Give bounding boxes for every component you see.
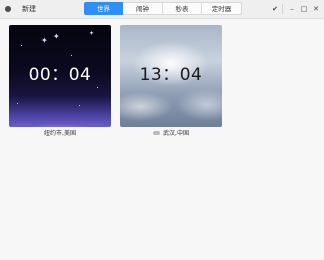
add-clock-button[interactable] — [2, 3, 14, 15]
star-dot — [17, 103, 18, 104]
clock-city-row: 武汉,中国 — [120, 130, 222, 138]
maximize-button[interactable]: □ — [299, 3, 309, 15]
star-icon: ✦ — [89, 30, 95, 37]
clocks-window: 新建 世界 闹钟 秒表 定时器 ✔ – □ ✕ ✦ ✦ ✦ 00：04 纽约市,… — [0, 0, 324, 260]
clock-city-label: 武汉,中国 — [163, 130, 189, 137]
star-dot — [97, 87, 98, 88]
clock-city-label: 纽约市,美国 — [44, 130, 76, 137]
close-button[interactable]: ✕ — [311, 3, 321, 15]
tab-stopwatch[interactable]: 秒表 — [163, 2, 202, 15]
star-dot — [21, 45, 22, 46]
star-dot — [79, 105, 80, 106]
clock-card-new-york[interactable]: ✦ ✦ ✦ 00：04 — [9, 25, 111, 127]
tab-world[interactable]: 世界 — [84, 2, 123, 15]
tab-alarm[interactable]: 闹钟 — [123, 2, 163, 15]
cloud-icon — [153, 130, 161, 135]
clock-card-wuhan[interactable]: 13：04 — [120, 25, 222, 127]
star-icon: ✦ — [41, 36, 48, 45]
tab-timer[interactable]: 定时器 — [202, 2, 242, 15]
clock-time: 13：04 — [139, 65, 203, 85]
new-label[interactable]: 新建 — [22, 3, 36, 15]
minimize-button[interactable]: – — [287, 3, 297, 15]
check-icon[interactable]: ✔ — [270, 3, 280, 15]
clock-time: 00：04 — [28, 65, 92, 85]
controls-separator — [282, 4, 283, 14]
tab-bar: 世界 闹钟 秒表 定时器 — [84, 2, 242, 15]
header-bar: 新建 世界 闹钟 秒表 定时器 ✔ – □ ✕ — [0, 0, 324, 19]
star-dot — [71, 55, 72, 56]
star-icon: ✦ — [53, 32, 60, 41]
